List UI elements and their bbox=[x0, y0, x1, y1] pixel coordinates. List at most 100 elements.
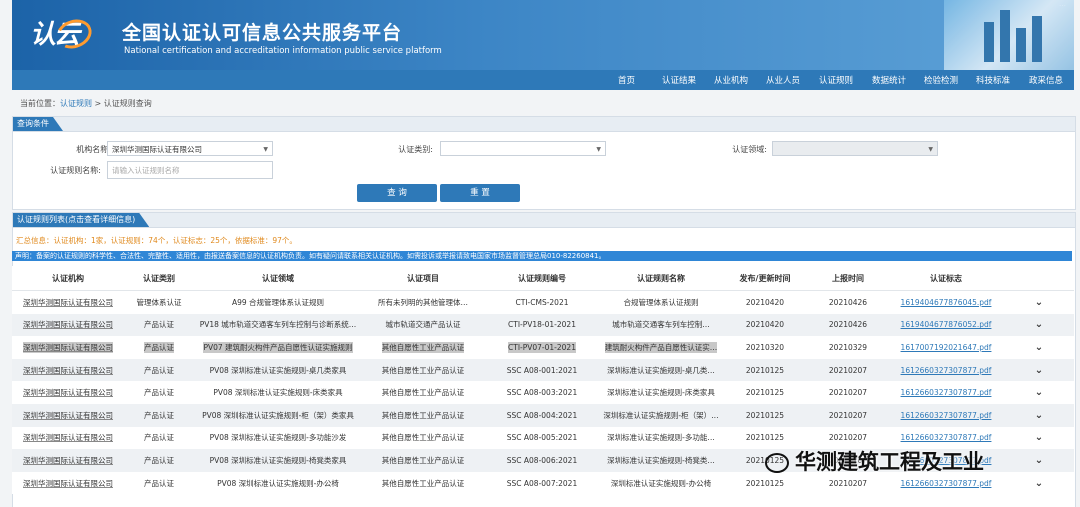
cell-project: 其他自愿性工业产品认证 bbox=[362, 403, 484, 427]
cell-publish-date: 20210420 bbox=[722, 313, 808, 337]
cell-org[interactable]: 深圳华测国际认证有限公司 bbox=[12, 313, 124, 337]
nav-item-cert-rules[interactable]: 认证规则 bbox=[819, 74, 853, 86]
cell-rule-no: CTI-CMS-2021 bbox=[484, 290, 600, 314]
nav-item-tech-standards[interactable]: 科技标准 bbox=[976, 74, 1010, 86]
cell-publish-date-text: 20210125 bbox=[745, 365, 785, 375]
cell-rule-no: SSC A08-001:2021 bbox=[484, 358, 600, 382]
cell-mark[interactable]: 1612660327307877.pdf bbox=[888, 403, 1004, 427]
cell-project: 其他自愿性工业产品认证 bbox=[362, 426, 484, 450]
cell-rule-no-text: SSC A08-005:2021 bbox=[506, 433, 578, 443]
expand-row-chevron-icon[interactable]: ⌄ bbox=[1004, 449, 1074, 472]
table-row[interactable]: 深圳华测国际认证有限公司 管理体系认证 A99 合规管理体系认证规则 所有未列明的其他… bbox=[12, 290, 1074, 314]
breadcrumb: 当前位置：认证规则 > 认证规则查询 bbox=[20, 98, 152, 109]
category-select[interactable]: ▼ bbox=[440, 141, 606, 156]
cell-rule-no: SSC A08-004:2021 bbox=[484, 403, 600, 427]
col-header-rule-name: 认证规则名称 bbox=[600, 266, 722, 291]
cell-mark[interactable]: 1619404677876045.pdf bbox=[888, 290, 1004, 314]
cell-publish-date-text: 20210125 bbox=[745, 433, 785, 443]
expand-row-chevron-icon[interactable]: ⌄ bbox=[1004, 403, 1074, 427]
org-select[interactable]: 深圳华测国际认证有限公司 ▼ bbox=[107, 141, 273, 156]
cell-publish-date-text: 20210320 bbox=[745, 342, 785, 352]
col-header-expand bbox=[1004, 266, 1074, 291]
table-row[interactable]: 深圳华测国际认证有限公司 产品认证 PV08 深圳标准认证实施规则-桌几类家具 其他自… bbox=[12, 358, 1074, 382]
table-row[interactable]: 深圳华测国际认证有限公司 产品认证 PV08 深圳标准认证实施规则-柜（架）类家具 其… bbox=[12, 403, 1074, 427]
rule-name-label: 认证规则名称: bbox=[50, 166, 101, 175]
cell-mark[interactable]: 1617007192021647.pdf bbox=[888, 336, 1004, 359]
expand-row-chevron-icon[interactable]: ⌄ bbox=[1004, 313, 1074, 337]
cell-mark[interactable]: 1619404677876052.pdf bbox=[888, 313, 1004, 337]
cell-report-date-text: 20210426 bbox=[828, 320, 868, 330]
cell-rule-name: 深圳标准认证实施规则-桌几类… bbox=[600, 358, 722, 382]
cell-report-date: 20210426 bbox=[808, 290, 888, 314]
cell-category: 管理体系认证 bbox=[124, 290, 194, 314]
rule-name-input[interactable]: 请输入认证规则名称 bbox=[107, 161, 273, 179]
cell-org[interactable]: 深圳华测国际认证有限公司 bbox=[12, 403, 124, 427]
cell-rule-name-text: 深圳标准认证实施规则-椅凳类… bbox=[607, 455, 715, 465]
cell-project-text: 其他自愿性工业产品认证 bbox=[381, 341, 465, 353]
results-summary: 汇总信息：认证机构：1家，认证规则：74个，认证标志：25个，依据标准：97个。 bbox=[16, 236, 297, 245]
cell-project: 其他自愿性工业产品认证 bbox=[362, 336, 484, 359]
cell-field-text: PV08 深圳标准认证实施规则-椅凳类家具 bbox=[209, 455, 347, 465]
search-button[interactable]: 查 询 bbox=[357, 184, 437, 202]
cell-mark-text: 1612660327307877.pdf bbox=[900, 410, 992, 420]
breadcrumb-separator: > bbox=[92, 99, 104, 108]
table-row[interactable]: 深圳华测国际认证有限公司 产品认证 PV18 城市轨道交通客车列车控制与诊断系统… 城… bbox=[12, 313, 1074, 337]
cell-project: 其他自愿性工业产品认证 bbox=[362, 358, 484, 382]
cell-category-text: 产品认证 bbox=[144, 455, 174, 465]
table-row[interactable]: 深圳华测国际认证有限公司 产品认证 PV07 建筑耐火构件产品自愿性认证实施规则 其他… bbox=[12, 336, 1074, 359]
cell-publish-date-text: 20210420 bbox=[745, 320, 785, 330]
cell-category-text: 产品认证 bbox=[144, 365, 174, 375]
cell-rule-name: 深圳标准认证实施规则-床类家具 bbox=[600, 381, 722, 404]
cell-field-text: A99 合规管理体系认证规则 bbox=[231, 297, 325, 307]
cell-org[interactable]: 深圳华测国际认证有限公司 bbox=[12, 290, 124, 314]
wechat-icon bbox=[765, 453, 789, 473]
cell-org[interactable]: 深圳华测国际认证有限公司 bbox=[12, 336, 124, 359]
cell-field-text: PV08 深圳标准认证实施规则-桌几类家具 bbox=[209, 365, 347, 375]
col-header-field: 认证领域 bbox=[194, 266, 362, 291]
cell-mark[interactable]: 1612660327307877.pdf bbox=[888, 381, 1004, 404]
site-logo[interactable]: 认云 bbox=[30, 14, 108, 60]
expand-row-chevron-icon[interactable]: ⌄ bbox=[1004, 426, 1074, 450]
table-row[interactable]: 深圳华测国际认证有限公司 产品认证 PV08 深圳标准认证实施规则-床类家具 其他自愿… bbox=[12, 381, 1074, 404]
nav-item-procurement[interactable]: 政采信息 bbox=[1029, 74, 1063, 86]
cell-report-date: 20210207 bbox=[808, 403, 888, 427]
field-select[interactable]: ▼ bbox=[772, 141, 938, 156]
expand-row-chevron-icon[interactable]: ⌄ bbox=[1004, 381, 1074, 404]
nav-item-home[interactable]: 首页 bbox=[618, 74, 635, 86]
cell-rule-no: SSC A08-006:2021 bbox=[484, 449, 600, 472]
cell-report-date-text: 20210207 bbox=[828, 410, 868, 420]
cell-org-text: 深圳华测国际认证有限公司 bbox=[23, 341, 113, 353]
expand-row-chevron-icon[interactable]: ⌄ bbox=[1004, 471, 1074, 495]
cell-org[interactable]: 深圳华测国际认证有限公司 bbox=[12, 449, 124, 472]
expand-row-chevron-icon[interactable]: ⌄ bbox=[1004, 336, 1074, 359]
breadcrumb-link[interactable]: 认证规则 bbox=[60, 99, 92, 108]
cell-rule-no-text: CTI-PV07-01-2021 bbox=[508, 341, 576, 353]
cell-org[interactable]: 深圳华测国际认证有限公司 bbox=[12, 381, 124, 404]
cell-org[interactable]: 深圳华测国际认证有限公司 bbox=[12, 358, 124, 382]
cell-rule-name-text: 深圳标准认证实施规则-多功能… bbox=[607, 433, 715, 443]
col-header-report-date: 上报时间 bbox=[808, 266, 888, 291]
nav-item-institutions[interactable]: 从业机构 bbox=[714, 74, 748, 86]
cell-rule-name-text: 合规管理体系认证规则 bbox=[623, 297, 699, 307]
nav-item-inspection[interactable]: 检验检测 bbox=[924, 74, 958, 86]
cell-field: PV08 深圳标准认证实施规则-多功能沙发 bbox=[194, 426, 362, 450]
col-header-org: 认证机构 bbox=[12, 266, 124, 291]
cell-project: 城市轨道交通产品认证 bbox=[362, 313, 484, 337]
cell-category: 产品认证 bbox=[124, 471, 194, 495]
org-label: 机构名称: bbox=[76, 145, 111, 154]
nav-item-statistics[interactable]: 数据统计 bbox=[872, 74, 906, 86]
cell-project-text: 其他自愿性工业产品认证 bbox=[381, 410, 465, 420]
cell-report-date: 20210207 bbox=[808, 358, 888, 382]
expand-row-chevron-icon[interactable]: ⌄ bbox=[1004, 290, 1074, 314]
cell-org[interactable]: 深圳华测国际认证有限公司 bbox=[12, 471, 124, 495]
cell-rule-no: CTI-PV07-01-2021 bbox=[484, 336, 600, 359]
expand-row-chevron-icon[interactable]: ⌄ bbox=[1004, 358, 1074, 382]
cell-rule-no: SSC A08-003:2021 bbox=[484, 381, 600, 404]
chevron-down-icon: ▼ bbox=[263, 146, 268, 153]
reset-button[interactable]: 重 置 bbox=[440, 184, 520, 202]
cell-org-text: 深圳华测国际认证有限公司 bbox=[23, 433, 113, 443]
nav-item-personnel[interactable]: 从业人员 bbox=[766, 74, 800, 86]
nav-item-cert-results[interactable]: 认证结果 bbox=[662, 74, 696, 86]
cell-mark[interactable]: 1612660327307877.pdf bbox=[888, 358, 1004, 382]
cell-org[interactable]: 深圳华测国际认证有限公司 bbox=[12, 426, 124, 450]
